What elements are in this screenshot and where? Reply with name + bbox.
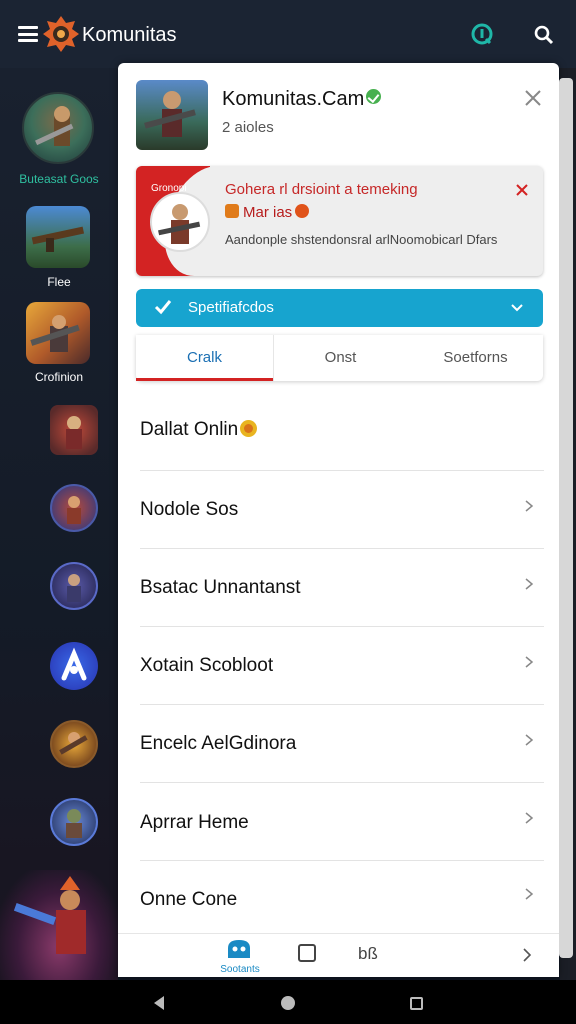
tab-indicator bbox=[136, 378, 273, 381]
rail-item-1[interactable] bbox=[22, 92, 94, 164]
warning-icon bbox=[295, 204, 310, 218]
chevron-right-icon[interactable] bbox=[522, 947, 532, 963]
logo-icon bbox=[43, 16, 79, 52]
list-item-2[interactable]: Nodole Sos bbox=[140, 471, 544, 549]
rifle-icon bbox=[31, 226, 85, 252]
emoji-icon bbox=[240, 420, 258, 437]
alert-title: Gohera rl drsioint a temeking bbox=[225, 181, 418, 198]
list-item-label: Aprrar Heme bbox=[140, 812, 249, 833]
square-icon[interactable] bbox=[298, 944, 316, 962]
community-title: Komunitas.Cam bbox=[222, 88, 382, 111]
list-item-label: Dallat Onlin bbox=[140, 419, 258, 441]
panel-bottom-bar: Sootants bß bbox=[118, 933, 559, 977]
alert-body: Aandonple shstendonsral arlNoomobicarl D… bbox=[225, 232, 498, 247]
list-item-label: Encelc AelGdinora bbox=[140, 733, 297, 754]
community-thumbnail bbox=[136, 80, 208, 150]
list-item-4[interactable]: Xotain Scobloot bbox=[140, 627, 544, 705]
chevron-right-icon bbox=[525, 812, 534, 824]
rail-item-4[interactable] bbox=[50, 405, 98, 455]
rail-item-5[interactable] bbox=[50, 484, 98, 532]
tab-2[interactable]: Onst bbox=[273, 335, 408, 381]
warrior-icon bbox=[35, 106, 74, 146]
list-item-label: Bsatac Unnantanst bbox=[140, 577, 301, 598]
specifications-accordion[interactable]: Spetifiafcdos bbox=[136, 289, 543, 327]
scrollbar[interactable] bbox=[559, 78, 573, 958]
tab-3[interactable]: Soetforns bbox=[408, 335, 543, 381]
mage-icon bbox=[67, 574, 81, 602]
app-title: Komunitas bbox=[82, 24, 177, 46]
community-rail: Buteasat Goos Flee Crofinion bbox=[0, 68, 118, 980]
list-item-label: Onne Cone bbox=[140, 889, 238, 910]
hero-art bbox=[0, 870, 118, 980]
knight-icon bbox=[66, 416, 82, 449]
home-label: Sootants bbox=[220, 964, 260, 975]
rail-item-2[interactable] bbox=[26, 206, 90, 268]
tab-bar: Cralk Onst Soetforns bbox=[136, 335, 543, 381]
search-icon[interactable] bbox=[532, 23, 556, 47]
list-item-1[interactable]: Dallat Onlin bbox=[140, 393, 544, 471]
alert-close-icon[interactable] bbox=[514, 182, 530, 198]
chevron-right-icon bbox=[525, 656, 534, 668]
alert-avatar bbox=[150, 192, 210, 252]
chevron-right-icon bbox=[525, 500, 534, 512]
list-item-7[interactable]: Onne Cone bbox=[140, 861, 544, 939]
community-subtitle: 2 aioles bbox=[222, 119, 274, 136]
gunner-icon bbox=[30, 315, 80, 352]
accordion-label: Spetifiafcdos bbox=[188, 299, 274, 316]
system-nav-bar bbox=[0, 980, 576, 1024]
list-item-3[interactable]: Bsatac Unnantanst bbox=[140, 549, 544, 627]
rail-item-8[interactable] bbox=[50, 720, 98, 768]
community-panel: Komunitas.Cam 2 aioles Gronopi Gohera rl… bbox=[118, 63, 559, 977]
alert-subtitle-text: Mar ias bbox=[243, 204, 293, 221]
trooper-icon bbox=[158, 204, 201, 244]
verified-icon bbox=[366, 89, 382, 104]
a-logo-icon bbox=[61, 647, 87, 681]
home-icon[interactable] bbox=[224, 938, 254, 960]
list-item-6[interactable]: Aprrar Heme bbox=[140, 783, 544, 861]
back-icon[interactable] bbox=[152, 995, 166, 1011]
rail-label-1: Buteasat Goos bbox=[19, 172, 99, 186]
tab-1[interactable]: Cralk bbox=[136, 335, 273, 381]
orc-icon bbox=[66, 809, 82, 838]
home-button-icon[interactable] bbox=[281, 996, 295, 1010]
rail-item-9[interactable] bbox=[50, 798, 98, 846]
close-icon[interactable] bbox=[522, 87, 544, 109]
rail-label-2: Flee bbox=[47, 275, 71, 289]
check-icon bbox=[154, 300, 172, 315]
list-item-label: Nodole Sos bbox=[140, 499, 239, 520]
list-item-label: Xotain Scobloot bbox=[140, 655, 274, 676]
list-item-text: Dallat Onlin bbox=[140, 419, 239, 440]
chevron-right-icon bbox=[525, 734, 534, 746]
alert-card[interactable]: Gronopi Gohera rl drsioint a temeking Ma… bbox=[136, 166, 543, 276]
bottom-text-button[interactable]: bß bbox=[358, 944, 378, 964]
soldier-icon bbox=[144, 91, 196, 137]
rail-item-3[interactable] bbox=[26, 302, 90, 364]
recents-icon[interactable] bbox=[410, 997, 423, 1010]
menu-icon[interactable] bbox=[18, 26, 38, 42]
community-title-text: Komunitas.Cam bbox=[222, 88, 365, 110]
chevron-right-icon bbox=[525, 578, 534, 590]
q-icon[interactable] bbox=[470, 22, 494, 46]
axe-warrior-icon bbox=[59, 732, 88, 755]
rail-item-7[interactable] bbox=[50, 642, 98, 690]
chevron-right-icon bbox=[525, 888, 534, 900]
rail-label-3: Crofinion bbox=[34, 370, 84, 384]
fighter-icon bbox=[67, 496, 81, 524]
chevron-down-icon bbox=[511, 304, 523, 312]
hero-icon bbox=[13, 876, 86, 954]
app-bar: Komunitas bbox=[0, 0, 576, 68]
list-item-5[interactable]: Encelc AelGdinora bbox=[140, 705, 544, 783]
badge-icon bbox=[225, 204, 239, 218]
alert-subtitle: Mar ias bbox=[225, 204, 310, 221]
rail-item-6[interactable] bbox=[50, 562, 98, 610]
